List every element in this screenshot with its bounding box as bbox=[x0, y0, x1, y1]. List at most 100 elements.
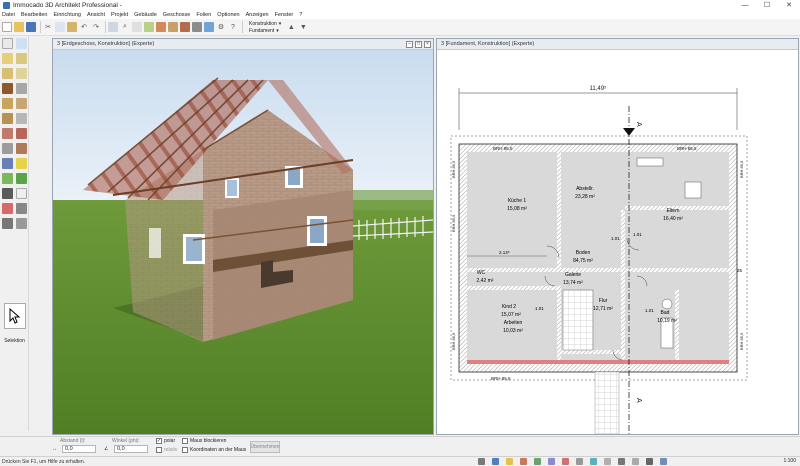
koordinaten-label: Koordinaten an der Maus bbox=[190, 447, 247, 453]
menu-bearbeiten[interactable]: Bearbeiten bbox=[21, 12, 48, 18]
railing-icon[interactable] bbox=[16, 113, 27, 124]
settings-icon[interactable]: ⚙ bbox=[216, 22, 226, 32]
ortho-icon[interactable] bbox=[506, 458, 513, 465]
pane-maximize-button[interactable]: □ bbox=[415, 40, 422, 48]
measure-icon[interactable] bbox=[2, 203, 13, 214]
snap-point-icon[interactable] bbox=[492, 458, 499, 465]
side-brh-label: BRH 85,5 bbox=[739, 332, 744, 350]
snap-center-icon[interactable] bbox=[576, 458, 583, 465]
menu-folien[interactable]: Folien bbox=[196, 12, 211, 18]
abstand-input[interactable]: 0,0 bbox=[62, 445, 96, 453]
pane-close-button[interactable]: × bbox=[424, 40, 431, 48]
close-button[interactable]: ✕ bbox=[778, 0, 800, 10]
polar-checkbox[interactable]: ✓ polar bbox=[156, 438, 175, 444]
3d-toggle-icon[interactable] bbox=[660, 458, 667, 465]
print-icon[interactable] bbox=[108, 22, 118, 32]
roof-icon[interactable] bbox=[2, 128, 13, 139]
save-icon[interactable] bbox=[26, 22, 36, 32]
door-icon[interactable] bbox=[2, 83, 13, 94]
floor-down-icon[interactable]: ▼ bbox=[298, 22, 308, 32]
new-file-icon[interactable] bbox=[2, 22, 12, 32]
stairs-icon[interactable] bbox=[2, 113, 13, 124]
beam-icon[interactable] bbox=[16, 98, 27, 109]
snap-grid-icon[interactable] bbox=[478, 458, 485, 465]
group-icon[interactable] bbox=[16, 218, 27, 229]
construction-combo[interactable]: Konstruktion ▾ bbox=[247, 20, 283, 27]
chimney-icon[interactable] bbox=[16, 143, 27, 154]
snap-middle-icon[interactable] bbox=[548, 458, 555, 465]
arrow-icon: ↔ bbox=[52, 446, 57, 452]
minimize-button[interactable]: — bbox=[734, 0, 756, 10]
toolbox-column-right bbox=[14, 36, 27, 233]
slab-icon[interactable] bbox=[16, 53, 27, 64]
help-icon[interactable]: ? bbox=[228, 22, 238, 32]
camera-icon[interactable] bbox=[192, 22, 202, 32]
menu-gebaeude[interactable]: Gebäude bbox=[134, 12, 157, 18]
maus-blockieren-checkbox[interactable]: Maus blockieren bbox=[182, 438, 226, 444]
menu-einrichtung[interactable]: Einrichtung bbox=[53, 12, 81, 18]
layers-icon[interactable] bbox=[144, 22, 154, 32]
opening-icon[interactable] bbox=[16, 83, 27, 94]
maximize-button[interactable]: ☐ bbox=[756, 0, 778, 10]
render-icon[interactable] bbox=[204, 22, 214, 32]
pointer-icon[interactable] bbox=[2, 38, 13, 49]
wall-icon[interactable] bbox=[2, 53, 13, 64]
layer-visibility-icon[interactable] bbox=[604, 458, 611, 465]
selection-tool[interactable] bbox=[4, 303, 26, 329]
open-folder-icon[interactable] bbox=[14, 22, 24, 32]
room-name: Abstellr. bbox=[576, 186, 594, 192]
select-area-icon[interactable] bbox=[16, 38, 27, 49]
menu-anzeigen[interactable]: Anzeigen bbox=[246, 12, 269, 18]
house-icon[interactable] bbox=[156, 22, 166, 32]
floor-up-icon[interactable]: ▲ bbox=[286, 22, 296, 32]
window-icon[interactable] bbox=[2, 98, 13, 109]
people-icon[interactable] bbox=[2, 218, 13, 229]
uebernehmen-button[interactable]: Übernehmen bbox=[250, 441, 280, 453]
lock-icon[interactable] bbox=[646, 458, 653, 465]
paste-icon[interactable] bbox=[67, 22, 77, 32]
menu-ansicht[interactable]: Ansicht bbox=[87, 12, 105, 18]
terrain-icon[interactable] bbox=[2, 173, 13, 184]
viewport-3d[interactable] bbox=[53, 50, 433, 434]
grid-icon[interactable] bbox=[132, 22, 142, 32]
dimension-toggle-icon[interactable] bbox=[618, 458, 625, 465]
text-icon[interactable] bbox=[2, 188, 13, 199]
snap-end-icon[interactable] bbox=[562, 458, 569, 465]
winkel-input[interactable]: 0,0 bbox=[114, 445, 148, 453]
lamp-icon[interactable] bbox=[16, 158, 27, 169]
floor-combo[interactable]: Fundament ▾ bbox=[247, 27, 283, 34]
dimension-icon[interactable] bbox=[16, 203, 27, 214]
zoom-icon[interactable]: ⌕ bbox=[120, 22, 130, 32]
menu-optionen[interactable]: Optionen bbox=[217, 12, 239, 18]
scale-indicator[interactable]: 1:100 bbox=[783, 458, 796, 464]
relativ-checkbox[interactable]: relativ bbox=[156, 447, 177, 453]
koordinaten-checkbox[interactable]: Koordinaten an der Maus bbox=[182, 447, 246, 453]
room-icon[interactable] bbox=[16, 68, 27, 79]
viewport-2d[interactable]: 11,49⁵ A A BRH 85,5 BRH 85,5 BRH 85,5 BR… bbox=[437, 50, 798, 434]
copy-icon[interactable] bbox=[55, 22, 65, 32]
menu-fenster[interactable]: Fenster bbox=[275, 12, 294, 18]
wall-alt-icon[interactable] bbox=[2, 68, 13, 79]
roof-icon[interactable] bbox=[180, 22, 190, 32]
menu-help[interactable]: ? bbox=[299, 12, 302, 18]
snap-angle-icon[interactable] bbox=[590, 458, 597, 465]
plant-icon[interactable] bbox=[16, 173, 27, 184]
hatch-toggle-icon[interactable] bbox=[632, 458, 639, 465]
menu-datei[interactable]: Datei bbox=[2, 12, 15, 18]
cursor-arrow-icon bbox=[9, 308, 21, 324]
menu-projekt[interactable]: Projekt bbox=[111, 12, 128, 18]
room-name: Flur bbox=[599, 298, 608, 304]
undo-icon[interactable]: ↶ bbox=[79, 22, 89, 32]
dormer-icon[interactable] bbox=[16, 128, 27, 139]
redo-icon[interactable]: ↷ bbox=[91, 22, 101, 32]
snap-line-icon[interactable] bbox=[534, 458, 541, 465]
furniture-icon[interactable] bbox=[2, 158, 13, 169]
menu-geschosse[interactable]: Geschosse bbox=[163, 12, 191, 18]
stairs-icon[interactable] bbox=[168, 22, 178, 32]
label-icon[interactable] bbox=[16, 188, 27, 199]
snap-wall-icon[interactable] bbox=[520, 458, 527, 465]
pane-minimize-button[interactable]: – bbox=[406, 40, 413, 48]
column-icon[interactable] bbox=[2, 143, 13, 154]
app-icon bbox=[3, 1, 10, 9]
cut-icon[interactable]: ✂ bbox=[43, 22, 53, 32]
